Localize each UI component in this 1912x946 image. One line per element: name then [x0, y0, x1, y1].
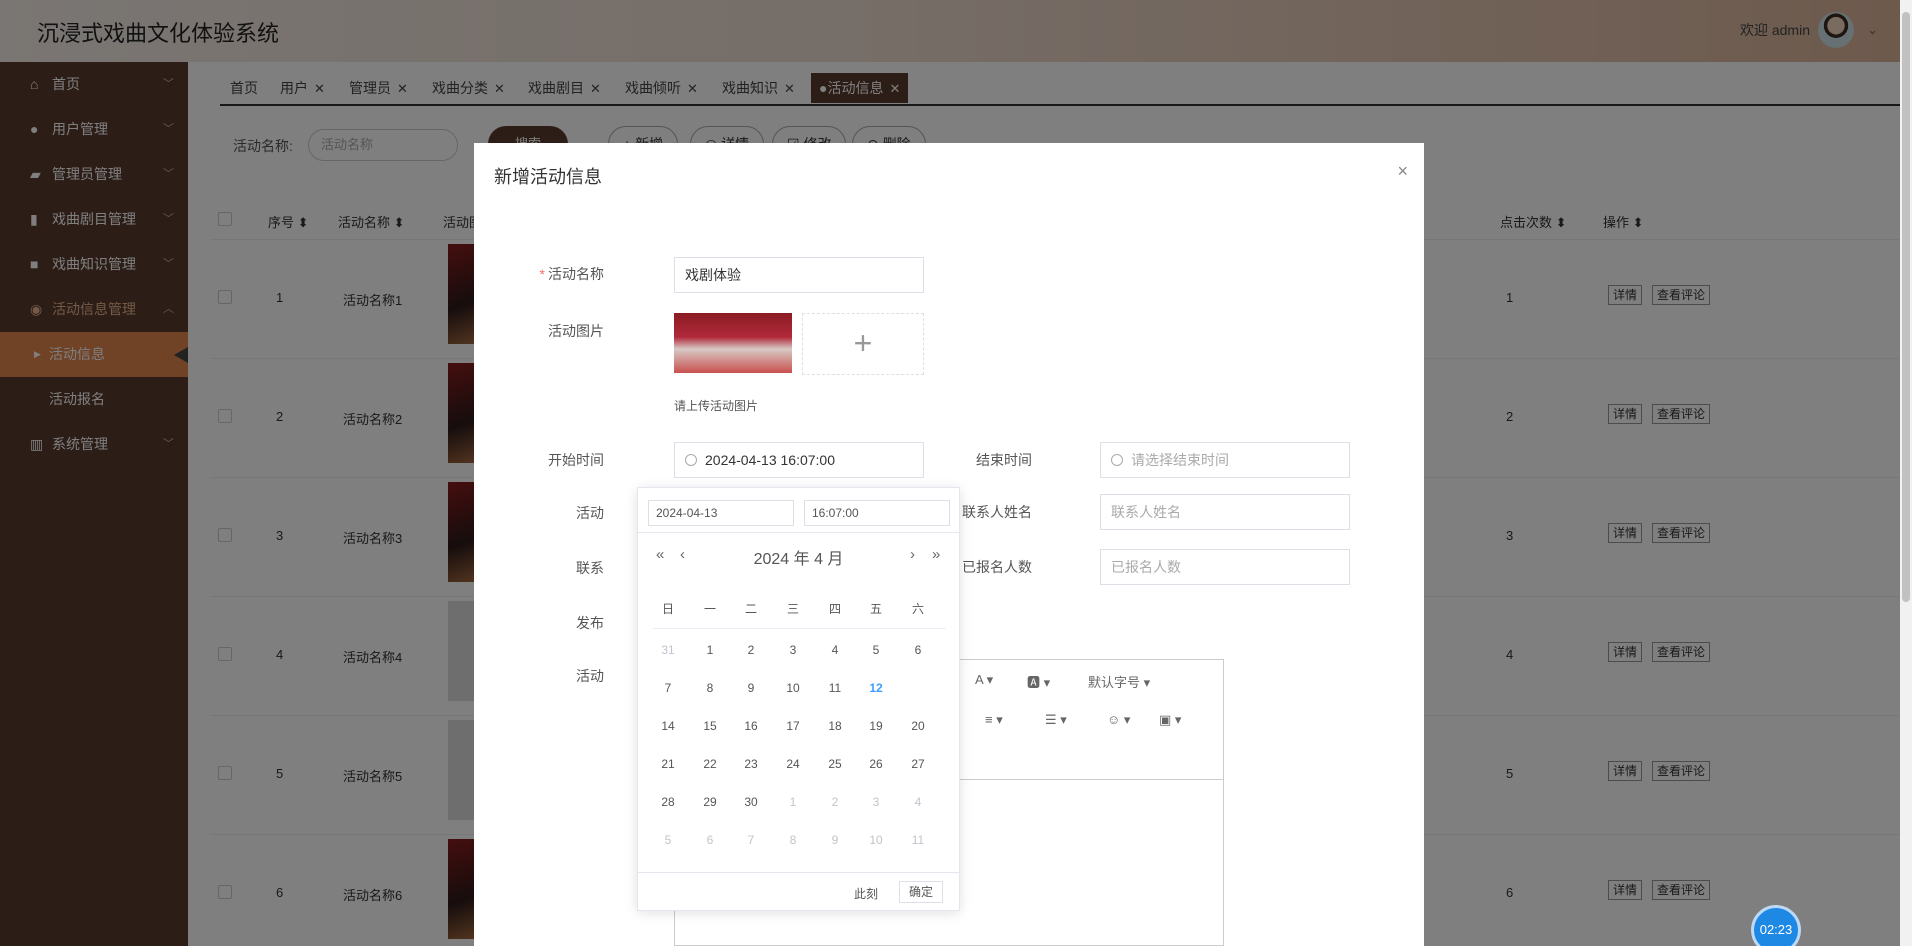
weekday-label: 二 — [744, 602, 757, 616]
required-mark: * — [539, 266, 545, 282]
calendar-day[interactable]: 2 — [736, 638, 766, 662]
clock-icon — [1111, 454, 1123, 466]
label-text: 活动名称 — [548, 266, 604, 282]
calendar-day[interactable]: 11 — [903, 828, 933, 852]
registered-count-input[interactable]: 已报名人数 — [1100, 549, 1350, 585]
calendar-day[interactable]: 10 — [778, 676, 808, 700]
font-size-select[interactable]: 默认字号 ▾ — [1088, 672, 1150, 691]
calendar-day[interactable]: 24 — [778, 752, 808, 776]
weekday-label: 五 — [869, 602, 882, 616]
end-time-input[interactable]: 请选择结束时间 — [1100, 442, 1350, 478]
page-scrollbar[interactable] — [1900, 0, 1912, 946]
align-icon[interactable]: ≡ ▾ — [985, 712, 1003, 728]
calendar-day[interactable]: 1 — [695, 638, 725, 662]
picker-time-input[interactable]: 16:07:00 — [804, 500, 950, 526]
calendar-day[interactable]: 28 — [653, 790, 683, 814]
emoji-icon[interactable]: ☺ ▾ — [1107, 712, 1130, 728]
start-time-input[interactable]: 2024-04-13 16:07:00 — [674, 442, 924, 478]
uploaded-image[interactable] — [674, 313, 792, 373]
indent-icon[interactable]: ☰ ▾ — [1045, 712, 1067, 728]
calendar-day[interactable]: 4 — [903, 790, 933, 814]
selected-day[interactable]: 13 — [903, 676, 933, 700]
clock-icon — [685, 454, 697, 466]
contact-label: 联系 — [576, 560, 604, 576]
calendar-day[interactable]: 31 — [653, 638, 683, 662]
content-label: 活动 — [576, 668, 604, 684]
calendar-day[interactable]: 8 — [695, 676, 725, 700]
font-size-label: 默认字号 — [1088, 675, 1141, 690]
dialog-title: 新增活动信息 — [494, 167, 602, 187]
calendar-day[interactable]: 9 — [736, 676, 766, 700]
calendar-day[interactable]: 26 — [861, 752, 891, 776]
end-time-label: 结束时间 — [976, 452, 1032, 468]
contact-name-input[interactable]: 联系人姓名 — [1100, 494, 1350, 530]
next-month-icon[interactable]: › — [910, 546, 915, 563]
calendar-day[interactable]: 10 — [861, 828, 891, 852]
confirm-button[interactable]: 确定 — [899, 881, 943, 903]
calendar-day[interactable]: 22 — [695, 752, 725, 776]
picker-date-input[interactable]: 2024-04-13 — [648, 500, 794, 526]
background-color-icon[interactable]: 🅰 ▾ — [1027, 672, 1050, 691]
calendar-day[interactable]: 15 — [695, 714, 725, 738]
calendar-day[interactable]: 29 — [695, 790, 725, 814]
calendar-day[interactable]: 6 — [903, 638, 933, 662]
calendar-day[interactable]: 23 — [736, 752, 766, 776]
weekday-label: 四 — [828, 602, 841, 616]
divider — [638, 872, 959, 873]
upload-plus-icon[interactable]: + — [802, 313, 924, 375]
calendar-day[interactable]: 14 — [653, 714, 683, 738]
divider — [638, 532, 959, 533]
calendar-day[interactable]: 16 — [736, 714, 766, 738]
calendar-day[interactable]: 4 — [820, 638, 850, 662]
start-time-label: 开始时间 — [548, 452, 604, 468]
scrollbar-thumb[interactable] — [1902, 12, 1910, 602]
calendar-day[interactable]: 11 — [820, 676, 850, 700]
font-color-icon[interactable]: A ▾ — [975, 672, 993, 688]
calendar-day[interactable]: 9 — [820, 828, 850, 852]
weekday-label: 一 — [703, 602, 716, 616]
calendar-day[interactable]: 21 — [653, 752, 683, 776]
start-time-value: 2024-04-13 16:07:00 — [705, 452, 835, 468]
picker-year[interactable]: 2024 年 — [754, 551, 810, 568]
calendar-day[interactable]: 25 — [820, 752, 850, 776]
calendar-day[interactable]: 20 — [903, 714, 933, 738]
close-icon[interactable]: × — [1397, 161, 1408, 182]
calendar-day[interactable]: 5 — [861, 638, 891, 662]
calendar-day[interactable]: 7 — [653, 676, 683, 700]
calendar-day[interactable]: 27 — [903, 752, 933, 776]
publish-label: 发布 — [576, 615, 604, 631]
date-time-picker: 2024-04-13 16:07:00 « ‹ 2024 年 4 月 › » 日… — [637, 487, 960, 911]
calendar-day[interactable]: 6 — [695, 828, 725, 852]
end-time-placeholder: 请选择结束时间 — [1131, 452, 1229, 468]
calendar-day[interactable]: 5 — [653, 828, 683, 852]
image-label: 活动图片 — [548, 323, 604, 339]
weekday-label: 日 — [661, 602, 674, 616]
next-year-icon[interactable]: » — [932, 546, 940, 563]
weekday-label: 三 — [786, 602, 799, 616]
calendar-day[interactable]: 19 — [861, 714, 891, 738]
calendar-day[interactable]: 2 — [820, 790, 850, 814]
upload-tip: 请上传活动图片 — [674, 399, 759, 413]
activity-name-input[interactable]: 戏剧体验 — [674, 257, 924, 293]
place-label: 活动 — [576, 505, 604, 521]
divider — [653, 628, 946, 629]
calendar-day[interactable]: 17 — [778, 714, 808, 738]
name-label: * 活动名称 — [518, 264, 604, 284]
calendar-day[interactable]: 30 — [736, 790, 766, 814]
picker-month[interactable]: 4 月 — [814, 551, 843, 568]
calendar-day[interactable]: 18 — [820, 714, 850, 738]
calendar-day[interactable]: 3 — [778, 638, 808, 662]
calendar-day[interactable]: 3 — [861, 790, 891, 814]
calendar-day[interactable]: 8 — [778, 828, 808, 852]
calendar-day[interactable]: 1 — [778, 790, 808, 814]
image-icon[interactable]: ▣ ▾ — [1159, 712, 1181, 728]
now-button[interactable]: 此刻 — [854, 885, 878, 902]
weekday-label: 六 — [911, 602, 924, 616]
calendar-day[interactable]: 7 — [736, 828, 766, 852]
calendar-day[interactable]: 12 — [861, 676, 891, 700]
